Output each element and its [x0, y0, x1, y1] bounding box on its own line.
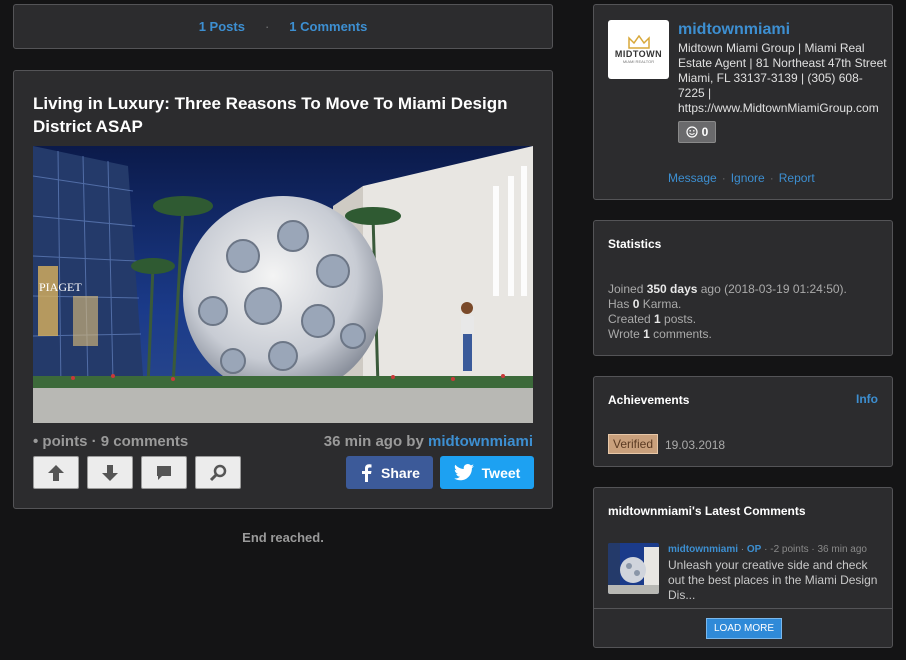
comment-text[interactable]: Unleash your creative side and check out… [668, 558, 886, 603]
comment-post-thumbnail[interactable] [608, 543, 659, 594]
statistics-lines: Joined 350 days ago (2018-03-19 01:24:50… [608, 282, 847, 342]
separator: · [264, 19, 270, 34]
arrow-up-icon [48, 464, 64, 481]
stat-joined: Joined 350 days ago (2018-03-19 01:24:50… [608, 282, 847, 296]
logo-text: MIDTOWN [614, 49, 663, 59]
karma-value: 0 [701, 125, 709, 139]
twitter-tweet-button[interactable]: Tweet [440, 456, 534, 489]
post-card: Living in Luxury: Three Reasons To Move … [13, 70, 553, 509]
statistics-panel: Statistics Joined 350 days ago (2018-03-… [593, 220, 893, 356]
statistics-title: Statistics [608, 237, 662, 251]
report-link[interactable]: Report [779, 171, 815, 185]
achievements-panel: Achievements Info Verified 19.03.2018 [593, 376, 893, 467]
logo-subtext: MIAMI REALTOR [622, 59, 655, 64]
achievements-title: Achievements [608, 393, 690, 407]
stat-posts: Created 1 posts. [608, 312, 697, 326]
achievements-info-link[interactable]: Info [856, 392, 878, 406]
verified-badge: Verified [608, 434, 659, 454]
svg-text:PIAGET: PIAGET [39, 280, 82, 294]
share-label: Share [381, 464, 420, 481]
facebook-share-button[interactable]: Share [346, 456, 433, 489]
zoom-button[interactable] [195, 456, 241, 489]
comment-author-link[interactable]: midtownmiami [668, 544, 738, 555]
karma-badge: 0 [678, 121, 716, 143]
separator: · [769, 171, 774, 185]
magnifier-icon [209, 464, 227, 481]
comment-time: 36 min ago [817, 544, 867, 555]
comment-button[interactable] [141, 456, 187, 489]
comment-bubble-icon [157, 465, 171, 480]
downvote-button[interactable] [87, 456, 133, 489]
comments-count-link[interactable]: 1 Comments [289, 19, 367, 34]
facebook-icon [362, 463, 372, 482]
ignore-link[interactable]: Ignore [731, 171, 765, 185]
smiley-icon [686, 126, 698, 138]
post-stats: • points · 9 comments [33, 433, 189, 450]
thumbnail-image [608, 543, 659, 594]
tweet-label: Tweet [481, 464, 521, 481]
upvote-button[interactable] [33, 456, 79, 489]
profile-username-link[interactable]: midtownmiami [678, 21, 790, 39]
arrow-down-icon [102, 464, 118, 481]
message-link[interactable]: Message [668, 171, 717, 185]
photo-of-miami-design-district-dome: PIAGET [33, 146, 533, 423]
load-more-button[interactable]: LOAD MORE [706, 618, 782, 639]
latest-comments-panel: midtownmiami's Latest Comments midtownmi… [593, 487, 893, 648]
comment-meta: midtownmiami · OP · -2 points · 36 min a… [668, 544, 867, 555]
latest-comments-title: midtownmiami's Latest Comments [608, 504, 806, 518]
divider [594, 608, 892, 609]
stat-karma: Has 0 Karma. [608, 297, 682, 311]
profile-bio: Midtown Miami Group | Miami Real Estate … [678, 41, 887, 115]
avatar[interactable]: MIDTOWN MIAMI REALTOR [608, 20, 669, 79]
op-badge: OP [746, 544, 762, 555]
end-reached-text: End reached. [242, 530, 324, 545]
post-image[interactable]: PIAGET [33, 146, 533, 423]
post-byline: 36 min ago by midtownmiami [324, 433, 533, 450]
profile-actions: Message · Ignore · Report [668, 171, 815, 185]
verified-date: 19.03.2018 [665, 438, 726, 452]
post-author-link[interactable]: midtownmiami [428, 433, 533, 450]
posts-count-link[interactable]: 1 Posts [199, 19, 245, 34]
post-title[interactable]: Living in Luxury: Three Reasons To Move … [33, 92, 513, 138]
stat-comments: Wrote 1 comments. [608, 327, 712, 341]
twitter-bird-icon [453, 464, 474, 481]
crown-logo-icon [627, 35, 650, 49]
post-time: 36 min ago by [323, 433, 428, 450]
separator: · [721, 171, 726, 185]
comment-points: -2 points [770, 544, 809, 555]
profile-card: MIDTOWN MIAMI REALTOR midtownmiami Midto… [593, 4, 893, 200]
user-stats-bar: 1 Posts · 1 Comments [13, 4, 553, 49]
